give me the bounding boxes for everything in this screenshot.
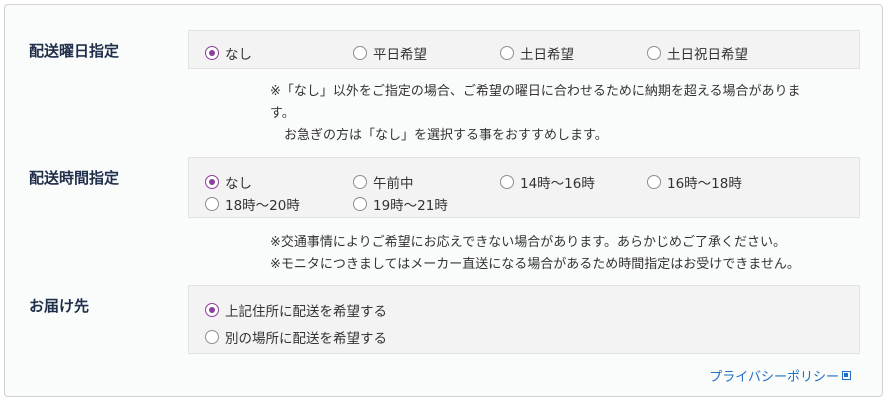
- radio-icon[interactable]: [647, 46, 661, 60]
- destination-option-other-address[interactable]: 別の場所に配送を希望する: [205, 327, 387, 347]
- radio-icon[interactable]: [353, 175, 367, 189]
- radio-icon[interactable]: [500, 175, 514, 189]
- delivery-day-option-weekend[interactable]: 土日希望: [500, 43, 574, 63]
- delivery-time-option-19-21[interactable]: 19時〜21時: [353, 194, 448, 214]
- delivery-day-label: 配送曜日指定: [29, 42, 120, 60]
- external-window-icon: [842, 371, 851, 380]
- delivery-time-option-14-16[interactable]: 14時〜16時: [500, 172, 595, 192]
- delivery-time-option-16-18[interactable]: 16時〜18時: [647, 172, 742, 192]
- delivery-day-note-1: ※「なし」以外をご指定の場合、ご希望の曜日に合わせるために納期を超える場合があり…: [270, 84, 801, 99]
- delivery-day-option-weekend-holiday[interactable]: 土日祝日希望: [647, 43, 748, 63]
- radio-icon[interactable]: [353, 197, 367, 211]
- delivery-time-option-none[interactable]: なし: [205, 172, 252, 192]
- radio-icon[interactable]: [205, 330, 219, 344]
- delivery-time-options: なし 午前中 14時〜16時 16時〜18時 18時〜20時 19時〜21時: [188, 157, 860, 218]
- delivery-day-options: なし 平日希望 土日希望 土日祝日希望: [188, 30, 860, 69]
- delivery-time-note-1: ※交通事情によりご希望にお応えできない場合があります。あらかじめご了承ください。: [270, 235, 786, 250]
- radio-selected-icon[interactable]: [205, 303, 219, 317]
- delivery-day-note-3: お急ぎの方は「なし」を選択する事をおすすめします。: [284, 128, 608, 143]
- radio-selected-icon[interactable]: [205, 46, 219, 60]
- radio-icon[interactable]: [205, 197, 219, 211]
- radio-icon[interactable]: [353, 46, 367, 60]
- destination-option-registered-address[interactable]: 上記住所に配送を希望する: [205, 300, 387, 320]
- delivery-time-option-18-20[interactable]: 18時〜20時: [205, 194, 300, 214]
- delivery-day-note-2: す。: [270, 106, 295, 121]
- privacy-policy-link[interactable]: プライバシーポリシー: [709, 366, 851, 385]
- destination-options: 上記住所に配送を希望する 別の場所に配送を希望する: [188, 285, 860, 354]
- radio-icon[interactable]: [647, 175, 661, 189]
- delivery-time-note-2: ※モニタにつきましてはメーカー直送になる場合があるため時間指定はお受けできません…: [270, 257, 800, 272]
- delivery-time-option-morning[interactable]: 午前中: [353, 172, 414, 192]
- radio-icon[interactable]: [500, 46, 514, 60]
- destination-label: お届け先: [29, 297, 90, 315]
- delivery-time-label: 配送時間指定: [29, 169, 120, 187]
- delivery-day-option-weekday[interactable]: 平日希望: [353, 43, 427, 63]
- radio-selected-icon[interactable]: [205, 175, 219, 189]
- delivery-day-option-none[interactable]: なし: [205, 43, 252, 63]
